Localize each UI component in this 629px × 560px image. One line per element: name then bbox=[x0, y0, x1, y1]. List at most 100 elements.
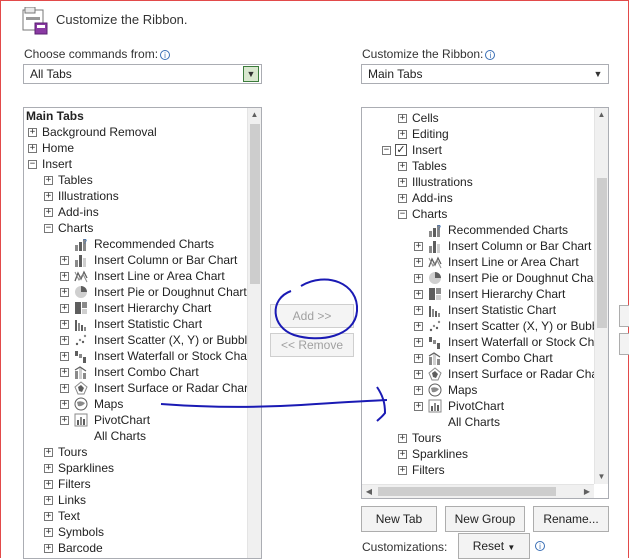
expand-icon[interactable]: + bbox=[44, 464, 53, 473]
tree-item[interactable]: + Insert Hierarchy Chart bbox=[24, 300, 247, 316]
tree-item[interactable]: + Insert Waterfall or Stock Chart bbox=[362, 334, 608, 350]
scroll-thumb[interactable] bbox=[378, 487, 556, 496]
scroll-up-icon[interactable]: ▲ bbox=[595, 108, 608, 122]
tree-item[interactable]: + Add-ins bbox=[24, 204, 247, 220]
expand-icon[interactable]: + bbox=[414, 402, 423, 411]
expand-icon[interactable]: + bbox=[60, 336, 69, 345]
tree-item[interactable]: All Charts bbox=[24, 428, 247, 444]
tree-item[interactable]: + Insert Statistic Chart bbox=[362, 302, 594, 318]
ribbon-tree[interactable]: + Cells + Editing − ✓ Insert + Tables + Illustrati… bbox=[361, 107, 609, 499]
expand-icon[interactable]: + bbox=[414, 306, 423, 315]
collapse-icon[interactable]: − bbox=[28, 160, 37, 169]
info-icon[interactable]: i bbox=[485, 49, 496, 60]
tree-item[interactable]: + Insert Hierarchy Chart bbox=[362, 286, 594, 302]
expand-icon[interactable]: + bbox=[398, 450, 407, 459]
tree-item[interactable]: + Insert Pie or Doughnut Chart bbox=[362, 270, 601, 286]
tree-item[interactable]: + Illustrations bbox=[24, 188, 247, 204]
expand-icon[interactable]: + bbox=[60, 272, 69, 281]
tree-item[interactable]: + Cells bbox=[362, 110, 594, 126]
expand-icon[interactable]: + bbox=[60, 416, 69, 425]
tree-item[interactable]: + PivotChart bbox=[24, 412, 247, 428]
expand-icon[interactable]: + bbox=[44, 208, 53, 217]
tree-item[interactable]: + Symbols bbox=[24, 524, 247, 540]
tree-item[interactable]: + Insert Combo Chart bbox=[24, 364, 247, 380]
expand-icon[interactable]: + bbox=[398, 130, 407, 139]
tree-item[interactable]: + Insert Waterfall or Stock Chart bbox=[24, 348, 254, 364]
tree-item[interactable]: + Sparklines bbox=[362, 446, 594, 462]
collapse-icon[interactable]: − bbox=[44, 224, 53, 233]
tree-item[interactable]: + Background Removal bbox=[24, 124, 247, 140]
right-horizontal-scrollbar[interactable]: ◀ ▶ bbox=[362, 484, 594, 498]
new-tab-button[interactable]: New Tab bbox=[361, 506, 437, 532]
tree-item[interactable]: + Insert Scatter (X, Y) or Bubble Chart bbox=[362, 318, 608, 334]
expand-icon[interactable]: + bbox=[398, 194, 407, 203]
tree-item[interactable]: + Add-ins bbox=[362, 190, 594, 206]
chevron-down-icon[interactable]: ▼ bbox=[590, 66, 606, 82]
tree-item[interactable]: − ✓ Insert bbox=[362, 142, 594, 158]
reset-button[interactable]: Reset ▼ bbox=[458, 533, 530, 559]
expand-icon[interactable]: + bbox=[60, 368, 69, 377]
move-up-button[interactable] bbox=[619, 305, 629, 327]
expand-icon[interactable]: + bbox=[28, 144, 37, 153]
expand-icon[interactable]: + bbox=[44, 512, 53, 521]
tree-item[interactable]: + Text bbox=[24, 508, 247, 524]
tree-item[interactable]: + Insert Combo Chart bbox=[362, 350, 594, 366]
expand-icon[interactable]: + bbox=[44, 192, 53, 201]
scroll-down-icon[interactable]: ▼ bbox=[595, 470, 608, 484]
expand-icon[interactable]: + bbox=[44, 176, 53, 185]
expand-icon[interactable]: + bbox=[414, 258, 423, 267]
tree-item[interactable]: + Insert Line or Area Chart bbox=[24, 268, 247, 284]
tree-item[interactable]: + Insert Surface or Radar Chart bbox=[24, 380, 251, 396]
tree-item[interactable]: + PivotChart bbox=[362, 398, 594, 414]
tree-item[interactable]: + Maps bbox=[362, 382, 594, 398]
tree-item[interactable]: ? Recommended Charts bbox=[24, 236, 247, 252]
tree-item[interactable]: + Sparklines bbox=[24, 460, 247, 476]
tree-item[interactable]: + Tours bbox=[362, 430, 594, 446]
tree-item[interactable]: + Links bbox=[24, 492, 247, 508]
expand-icon[interactable]: + bbox=[44, 544, 53, 553]
expand-icon[interactable]: + bbox=[398, 162, 407, 171]
expand-icon[interactable]: + bbox=[414, 274, 423, 283]
expand-icon[interactable]: + bbox=[398, 466, 407, 475]
choose-commands-combo[interactable]: All Tabs ▼ bbox=[23, 64, 262, 84]
info-icon[interactable]: i bbox=[535, 541, 545, 551]
collapse-icon[interactable]: − bbox=[382, 146, 391, 155]
tree-item[interactable]: + Insert Statistic Chart bbox=[24, 316, 247, 332]
expand-icon[interactable]: + bbox=[414, 338, 423, 347]
right-vertical-scrollbar[interactable]: ▲ ▼ bbox=[594, 108, 608, 484]
expand-icon[interactable]: + bbox=[60, 304, 69, 313]
checkbox[interactable]: ✓ bbox=[395, 144, 407, 156]
left-vertical-scrollbar[interactable]: ▲ bbox=[247, 108, 261, 558]
tree-item[interactable]: + Illustrations bbox=[362, 174, 594, 190]
expand-icon[interactable]: + bbox=[44, 448, 53, 457]
expand-icon[interactable]: + bbox=[60, 384, 69, 393]
expand-icon[interactable]: + bbox=[414, 370, 423, 379]
info-icon[interactable]: i bbox=[160, 49, 171, 60]
expand-icon[interactable]: + bbox=[28, 128, 37, 137]
expand-icon[interactable]: + bbox=[398, 114, 407, 123]
scroll-thumb[interactable] bbox=[597, 178, 607, 328]
expand-icon[interactable]: + bbox=[44, 480, 53, 489]
tree-item[interactable]: + Filters bbox=[24, 476, 247, 492]
chevron-down-icon[interactable]: ▼ bbox=[243, 66, 259, 82]
tree-item[interactable]: + Tables bbox=[362, 158, 594, 174]
tree-item[interactable]: + Insert Column or Bar Chart bbox=[24, 252, 247, 268]
tree-item[interactable]: + Barcode bbox=[24, 540, 247, 556]
expand-icon[interactable]: + bbox=[414, 322, 423, 331]
remove-button[interactable]: << Remove bbox=[270, 333, 354, 357]
scroll-up-icon[interactable]: ▲ bbox=[248, 108, 261, 122]
expand-icon[interactable]: + bbox=[60, 320, 69, 329]
scroll-thumb[interactable] bbox=[250, 124, 260, 284]
scroll-left-icon[interactable]: ◀ bbox=[362, 485, 376, 498]
expand-icon[interactable]: + bbox=[60, 256, 69, 265]
tree-item[interactable]: − Insert bbox=[24, 156, 247, 172]
expand-icon[interactable]: + bbox=[60, 352, 69, 361]
tree-item[interactable]: + Home bbox=[24, 140, 247, 156]
tree-item[interactable]: All Charts bbox=[362, 414, 594, 430]
scroll-right-icon[interactable]: ▶ bbox=[580, 485, 594, 498]
new-group-button[interactable]: New Group bbox=[445, 506, 525, 532]
tree-item[interactable]: + Insert Scatter (X, Y) or Bubble Chart bbox=[24, 332, 261, 348]
tree-item[interactable]: + Tours bbox=[24, 444, 247, 460]
expand-icon[interactable]: + bbox=[44, 496, 53, 505]
tree-item[interactable]: + Insert Pie or Doughnut Chart bbox=[24, 284, 247, 300]
